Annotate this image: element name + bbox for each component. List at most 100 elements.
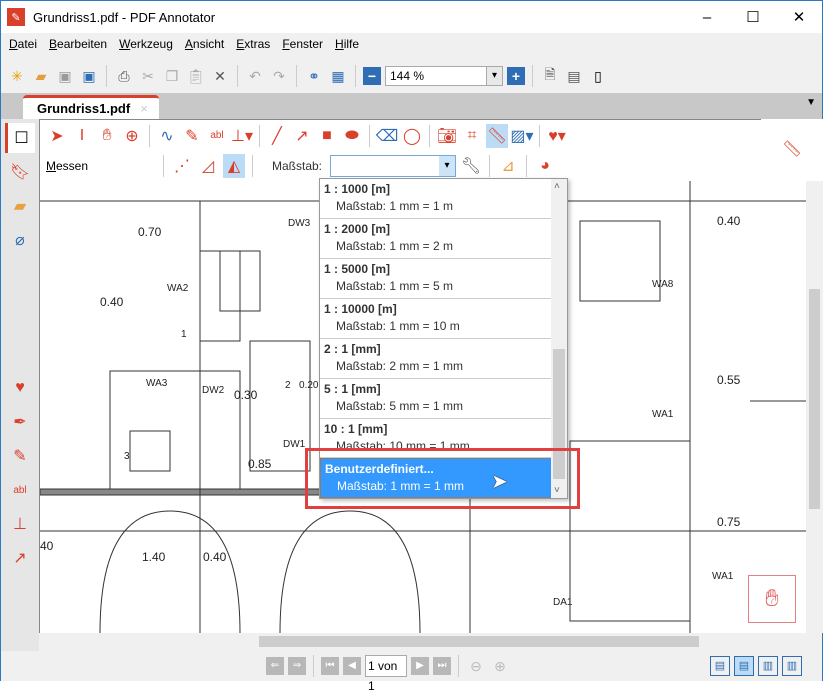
arrow-line-icon[interactable]: ↗ [291, 124, 313, 148]
measure-area-icon[interactable]: ◭ [223, 154, 245, 178]
measure-distance-icon[interactable]: ⋰ [171, 154, 193, 178]
page-thumbnail-icon[interactable]: ☐ [5, 123, 35, 153]
arrow-icon[interactable]: ↗ [5, 543, 35, 573]
save-icon[interactable]: ▣ [55, 66, 75, 86]
separator [313, 655, 314, 677]
pen-icon[interactable]: ∿ [156, 124, 178, 148]
first-page-icon[interactable]: ⏮ [321, 657, 339, 675]
single-page-icon[interactable]: 🗎︎ [540, 66, 560, 86]
last-page-icon[interactable]: ⏭ [433, 657, 451, 675]
wrench-icon[interactable]: 🔧︎ [460, 154, 482, 178]
paste-icon[interactable]: 📋︎ [186, 66, 206, 86]
cut-icon[interactable]: ✂ [138, 66, 158, 86]
save-as-icon[interactable]: ▣ [79, 66, 99, 86]
stamp-icon[interactable]: ⊥ [5, 509, 35, 539]
view-continuous-icon[interactable]: ▤ [734, 656, 754, 676]
zoom-in-button[interactable]: + [507, 67, 525, 85]
favorites-heart-icon[interactable]: ♥▾ [546, 124, 568, 148]
zoom-select[interactable]: 144 % ▾ [385, 66, 503, 86]
hand-icon[interactable]: ✋︎ [96, 124, 118, 148]
tab-grundriss1[interactable]: Grundriss1.pdf × [23, 95, 159, 119]
separator [369, 124, 370, 147]
measure-settings-icon[interactable]: ◕ [534, 154, 556, 178]
prev-page-icon[interactable]: ◀ [343, 657, 361, 675]
eraser-icon[interactable]: ⌫ [376, 124, 399, 148]
menu-hilfe[interactable]: Hilfe [327, 37, 363, 57]
scale-option[interactable]: 1 : 2000 [m] Maßstab: 1 mm = 2 m [320, 219, 552, 259]
delete-icon[interactable]: ✕ [210, 66, 230, 86]
insert-image-icon[interactable]: ▨▾ [510, 124, 533, 148]
vertical-scrollbar[interactable] [806, 181, 823, 633]
tab-list-chevron-icon[interactable]: ▼ [806, 97, 816, 108]
menu-bearbeiten[interactable]: Bearbeiten [41, 37, 111, 57]
minimize-button[interactable]: – [684, 1, 730, 33]
zoom-magnifier-icon[interactable]: ⊕ [121, 124, 143, 148]
prev-document-icon[interactable]: ⇐ [266, 657, 284, 675]
select-arrow-icon[interactable]: ➤ [46, 124, 68, 148]
scroll-thumb[interactable] [809, 289, 820, 509]
notes-icon[interactable]: ▰ [5, 191, 35, 221]
menu-fenster[interactable]: Fenster [274, 37, 327, 57]
zoom-out-button[interactable]: − [363, 67, 381, 85]
view-single-page-icon[interactable]: ▤ [710, 656, 730, 676]
plan-label: DW3 [288, 218, 311, 229]
ellipse-icon[interactable]: ⬬ [341, 124, 363, 148]
menu-extras[interactable]: Extras [228, 37, 274, 57]
chevron-down-icon[interactable]: ▾ [439, 156, 456, 176]
text-box-icon[interactable]: abl [206, 124, 228, 148]
forward-icon[interactable]: ⊕ [490, 656, 510, 676]
stamp-icon[interactable]: ⊥▾ [231, 124, 253, 148]
new-icon[interactable]: ✳ [7, 66, 27, 86]
chevron-down-icon[interactable]: ▾ [486, 67, 502, 85]
view-two-pages-icon[interactable]: ▥ [758, 656, 778, 676]
crop-icon[interactable]: ⌗ [461, 124, 483, 148]
next-document-icon[interactable]: ⇒ [288, 657, 306, 675]
search-binoculars-icon[interactable]: ⚭ [304, 66, 324, 86]
undo-icon[interactable]: ↶ [245, 66, 265, 86]
highlighter-icon[interactable]: ✎ [181, 124, 203, 148]
text-box-icon[interactable]: abl [5, 475, 35, 505]
text-select-icon[interactable]: I [71, 124, 93, 148]
fullscreen-icon[interactable]: ▯ [588, 66, 608, 86]
ruler-measure-icon[interactable]: 📏︎ [486, 123, 508, 148]
scale-option[interactable]: 1 : 5000 [m] Maßstab: 1 mm = 5 m [320, 259, 552, 299]
scroll-up-icon[interactable]: ˄ [554, 181, 560, 192]
menu-werkzeug[interactable]: Werkzeug [111, 37, 177, 57]
scale-option[interactable]: 1 : 1000 [m] Maßstab: 1 mm = 1 m [320, 179, 552, 219]
back-icon[interactable]: ⊖ [466, 656, 486, 676]
angle-icon[interactable]: ⊿ [497, 154, 519, 178]
scale-option[interactable]: 2 : 1 [mm] Maßstab: 2 mm = 1 mm [320, 339, 552, 379]
pen-icon[interactable]: ✒ [5, 407, 35, 437]
scale-option[interactable]: 1 : 10000 [m] Maßstab: 1 mm = 10 m [320, 299, 552, 339]
right-panel: 📏︎ [761, 119, 823, 181]
redo-icon[interactable]: ↷ [269, 66, 289, 86]
scale-select[interactable]: ▾ [330, 155, 457, 177]
print-icon[interactable]: ⎙ [114, 66, 134, 86]
measure-perimeter-icon[interactable]: ◿ [197, 154, 219, 178]
plan-label: 1.40 [142, 550, 166, 564]
scroll-thumb[interactable] [259, 636, 699, 647]
next-page-icon[interactable]: ▶ [411, 657, 429, 675]
grid-icon[interactable]: ▦ [328, 66, 348, 86]
attachment-icon[interactable]: ⌀ [5, 225, 35, 255]
hand-tool-overlay-icon[interactable]: ✋︎ [748, 575, 796, 623]
lasso-icon[interactable]: ◯ [401, 124, 423, 148]
page-number-input[interactable]: 1 von 1 [365, 655, 407, 693]
menu-ansicht[interactable]: Ansicht [177, 37, 228, 57]
open-folder-icon[interactable]: ▰ [31, 66, 51, 86]
highlighter-icon[interactable]: ✎ [5, 441, 35, 471]
view-two-continuous-icon[interactable]: ▥ [782, 656, 802, 676]
favorites-heart-icon[interactable]: ♥ [5, 373, 35, 403]
rectangle-icon[interactable]: ■ [316, 124, 338, 148]
line-icon[interactable]: ╱ [266, 124, 288, 148]
close-button[interactable]: ✕ [776, 1, 822, 33]
bookmark-icon[interactable]: 🔖︎ [5, 157, 35, 187]
maximize-button[interactable]: ☐ [730, 1, 776, 33]
fit-page-icon[interactable]: ▤ [564, 66, 584, 86]
horizontal-scrollbar[interactable] [39, 633, 806, 649]
copy-icon[interactable]: ❐ [162, 66, 182, 86]
camera-icon[interactable]: 📷︎ [436, 124, 458, 148]
scale-option[interactable]: 5 : 1 [mm] Maßstab: 5 mm = 1 mm [320, 379, 552, 419]
menu-datei[interactable]: Datei [1, 37, 41, 57]
tab-close-icon[interactable]: × [140, 101, 148, 116]
